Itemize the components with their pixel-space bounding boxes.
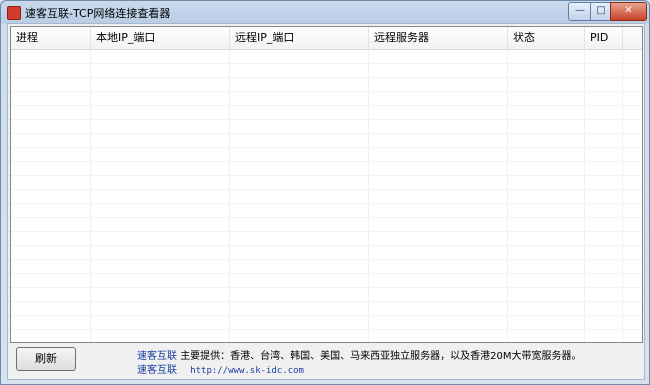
row-guide-line	[11, 217, 642, 218]
row-guide-line	[11, 315, 642, 316]
maximize-button[interactable]: □	[590, 2, 612, 21]
column-header-pid[interactable]: PID	[585, 27, 623, 49]
column-header-process[interactable]: 进程	[11, 27, 91, 49]
column-divider	[368, 49, 369, 342]
column-header-local-address[interactable]: 本地IP_端口	[91, 27, 230, 49]
row-guide-line	[11, 77, 642, 78]
website-label[interactable]: 速客互联	[137, 365, 177, 376]
row-guide-line	[11, 175, 642, 176]
row-guide-line	[11, 189, 642, 190]
close-button[interactable]: ✕	[610, 2, 647, 21]
row-guide-line	[11, 91, 642, 92]
column-header-remote-address[interactable]: 远程IP_端口	[230, 27, 369, 49]
row-guide-line	[11, 203, 642, 204]
row-guide-line	[11, 231, 642, 232]
row-guide-line	[11, 273, 642, 274]
row-guide-line	[11, 329, 642, 330]
window-title: 速客互联-TCP网络连接查看器	[25, 7, 171, 20]
column-divider	[622, 49, 623, 342]
row-guide-line	[11, 259, 642, 260]
column-divider	[584, 49, 585, 342]
connection-list[interactable]: 进程 本地IP_端口 远程IP_端口 远程服务器 状态 PID	[10, 26, 643, 343]
row-guide-line	[11, 147, 642, 148]
column-divider	[229, 49, 230, 342]
column-divider	[507, 49, 508, 342]
app-icon	[7, 6, 21, 20]
row-guide-line	[11, 119, 642, 120]
title-bar[interactable]: 速客互联-TCP网络连接查看器 — □ ✕	[1, 1, 649, 23]
column-header-state[interactable]: 状态	[508, 27, 585, 49]
column-divider	[90, 49, 91, 342]
row-guide-line	[11, 301, 642, 302]
row-guide-line	[11, 245, 642, 246]
website-link[interactable]: http://www.sk-idc.com	[190, 366, 304, 376]
app-window: 速客互联-TCP网络连接查看器 — □ ✕ 进程 本地IP_端口 远程IP_端口…	[0, 0, 650, 385]
row-guide-line	[11, 63, 642, 64]
row-guide-line	[11, 105, 642, 106]
minimize-button[interactable]: —	[568, 2, 592, 21]
refresh-button[interactable]: 刷新	[16, 347, 76, 371]
list-header: 进程 本地IP_端口 远程IP_端口 远程服务器 状态 PID	[11, 27, 642, 50]
service-info: 速客互联 主要提供：香港、台湾、韩国、美国、马来西亚独立服务器，以及香港20M大…	[137, 347, 582, 362]
row-guide-line	[11, 133, 642, 134]
row-guide-line	[11, 287, 642, 288]
row-guide-line	[11, 161, 642, 162]
website-info: 速客互联 http://www.sk-idc.com	[137, 361, 304, 376]
client-area: 进程 本地IP_端口 远程IP_端口 远程服务器 状态 PID 刷新 速客互联 …	[7, 23, 645, 380]
column-header-remote-server[interactable]: 远程服务器	[369, 27, 508, 49]
